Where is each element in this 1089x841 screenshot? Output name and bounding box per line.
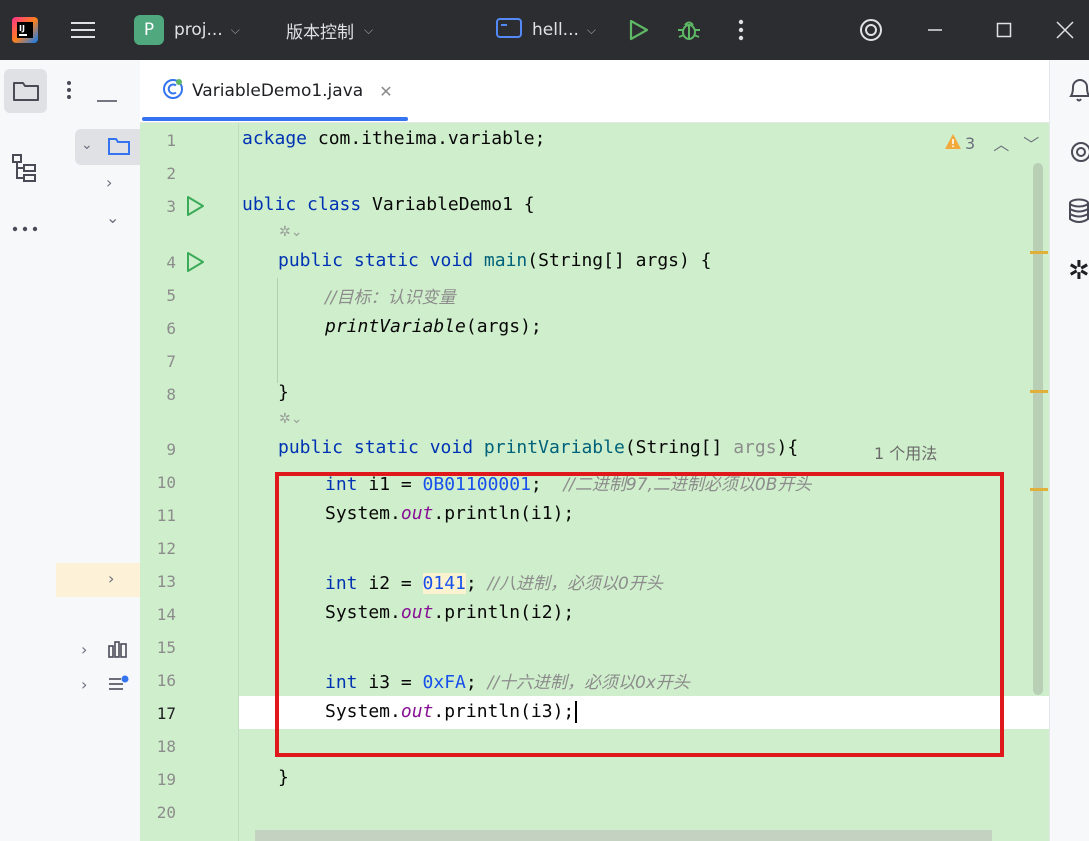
run-icon[interactable]	[184, 195, 206, 221]
database-icon[interactable]	[1068, 198, 1089, 228]
line-number: 20	[156, 803, 176, 822]
chevron-down-icon: ⌵	[364, 22, 374, 37]
active-tab-indicator	[142, 117, 408, 121]
project-label: proj...	[174, 20, 223, 40]
tree-row-chevron-down[interactable]: ⌄	[106, 208, 119, 227]
line-number: 11	[156, 506, 176, 525]
code-line-6: printVariable(args);	[325, 316, 542, 337]
project-switcher[interactable]: P proj... ⌵	[134, 0, 240, 60]
app-logo-icon[interactable]: IJ	[12, 0, 38, 60]
tab-filename: VariableDemo1.java	[192, 81, 364, 101]
code-line-8: }	[278, 382, 289, 403]
code-line-4: public static void main(String[] args) {	[278, 250, 712, 271]
chevron-down-icon: ⌄	[81, 137, 93, 153]
indent-guide	[277, 278, 278, 383]
line-number: 14	[156, 605, 176, 624]
run-icon[interactable]	[184, 251, 206, 277]
run-config-icon	[496, 17, 522, 44]
usage-hint[interactable]: 1 个用法	[874, 440, 937, 464]
more-vert-icon[interactable]	[738, 0, 744, 60]
tree-row-selected-file[interactable]: ›	[56, 563, 140, 597]
line-number: 9	[166, 440, 176, 459]
more-horiz-icon[interactable]	[12, 218, 38, 237]
notifications-icon[interactable]	[1068, 76, 1089, 108]
vcs-label: 版本控制	[286, 22, 354, 43]
ai-assistant-icon[interactable]	[858, 0, 884, 60]
chevron-down-icon: ⌵	[586, 22, 597, 37]
library-icon	[108, 640, 128, 662]
tree-row-project[interactable]: ⌄	[75, 129, 140, 165]
line-number: 10	[156, 473, 176, 492]
line-number: 8	[166, 385, 176, 404]
editor-tab-bar: VariableDemo1.java ✕	[140, 60, 1049, 123]
java-class-icon	[162, 78, 184, 105]
warning-stripe[interactable]	[1030, 390, 1048, 393]
vertical-scrollbar[interactable]	[1033, 163, 1043, 695]
chevron-down-icon: ⌵	[230, 22, 240, 37]
gutter-divider	[238, 123, 239, 841]
highlight-box	[275, 472, 1004, 757]
run-config-label: hell...	[532, 20, 579, 40]
line-number: 18	[156, 737, 176, 756]
project-badge: P	[134, 15, 164, 45]
line-number: 3	[166, 197, 176, 216]
line-number: 12	[156, 539, 176, 558]
structure-icon[interactable]	[10, 153, 38, 187]
line-number: 4	[166, 253, 176, 272]
plugin-icon[interactable]: ✲	[1068, 256, 1089, 286]
left-tool-strip	[0, 60, 57, 841]
line-number: 16	[156, 671, 176, 690]
code-line-5: //目标：认识变量	[325, 288, 456, 308]
vcs-menu[interactable]: 版本控制 ⌵	[286, 0, 373, 60]
next-highlight-icon[interactable]: ﹀	[1023, 131, 1039, 155]
svg-text:IJ: IJ	[19, 24, 25, 33]
run-config-selector[interactable]: hell... ⌵	[496, 0, 596, 60]
title-bar: IJ P proj... ⌵ 版本控制 ⌵ hell... ⌵	[0, 0, 1089, 60]
horizontal-scrollbar[interactable]	[255, 830, 992, 841]
code-vision-icon[interactable]: ✲⌄	[279, 411, 302, 427]
module-folder-icon	[107, 135, 131, 161]
tree-row-external-libs[interactable]: ›	[81, 640, 87, 659]
warning-stripe[interactable]	[1030, 488, 1048, 491]
hamburger-menu-icon[interactable]	[70, 0, 96, 60]
line-number: 5	[166, 286, 176, 305]
debug-icon[interactable]	[676, 0, 702, 60]
folder-icon[interactable]	[4, 69, 47, 113]
right-tool-strip: ✲	[1049, 60, 1089, 841]
scratches-icon	[108, 675, 130, 697]
code-line-3: ublic class VariableDemo1 {	[242, 194, 535, 215]
code-line-19: }	[278, 767, 289, 788]
line-number: 13	[156, 572, 176, 591]
line-number: 17	[156, 704, 176, 723]
maximize-icon[interactable]	[969, 0, 1039, 60]
prev-highlight-icon[interactable]: ︿	[993, 131, 1009, 155]
tab-variabledemo1[interactable]: VariableDemo1.java ✕	[148, 60, 407, 122]
run-icon[interactable]	[626, 0, 650, 60]
close-icon[interactable]	[1040, 0, 1089, 60]
minimize-icon[interactable]	[900, 0, 970, 60]
line-number: 19	[156, 770, 176, 789]
code-line-9: public static void printVariable(String[…	[278, 437, 799, 458]
line-number: 7	[166, 352, 176, 371]
line-number: 6	[166, 319, 176, 338]
line-number: 2	[166, 164, 176, 183]
gutter: 1 2 3 4 5 6 7 8 9 10 11 12 13 14 15 16 1…	[140, 123, 239, 841]
warning-stripe[interactable]	[1030, 251, 1048, 254]
code-editor[interactable]: 1 2 3 4 5 6 7 8 9 10 11 12 13 14 15 16 1…	[140, 123, 1049, 841]
chevron-right-icon: ›	[108, 569, 115, 588]
warning-icon	[944, 133, 962, 154]
tree-row-chevron-right[interactable]: ›	[106, 173, 112, 192]
inspections-widget[interactable]: 3 ︿ ﹀	[944, 131, 1039, 155]
code-vision-icon[interactable]: ✲⌄	[279, 224, 302, 240]
code-line-1: ackage com.itheima.variable;	[242, 128, 546, 149]
project-panel: ⌄ › ⌄ › › ›	[56, 60, 140, 841]
line-number: 1	[166, 131, 176, 150]
ai-chat-icon[interactable]	[1068, 140, 1089, 168]
warnings-count: 3	[965, 133, 976, 153]
line-number: 15	[156, 638, 176, 657]
panel-hide-icon[interactable]	[96, 88, 118, 107]
tree-row-scratches[interactable]: ›	[81, 675, 87, 694]
tab-close-icon[interactable]: ✕	[379, 82, 392, 101]
panel-options-icon[interactable]	[66, 80, 72, 104]
